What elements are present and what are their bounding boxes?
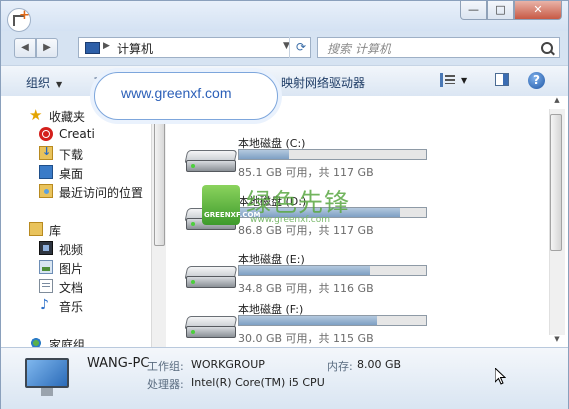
drive-usage-fill [239,316,378,325]
watermark-badge-icon: GREENXF.COM [202,185,260,225]
app-icon [7,8,31,32]
preview-pane-icon[interactable] [495,73,509,86]
sidebar-item-creative[interactable]: Creati [1,125,151,144]
sidebar-item-label: 桌面 [59,167,84,181]
minimize-button[interactable]: — [460,1,487,20]
processor-value: Intel(R) Core(TM) i5 CPU [191,376,325,389]
sidebar-item-label: 家庭组 [49,338,86,347]
sidebar-item-label: 视频 [59,243,84,257]
sidebar-item-label: 最近访问的位置 [59,186,144,200]
navigation-pane: ★ 收藏夹 Creati 下载 桌面 最近访问的位置 库 [1,96,151,347]
map-network-drive-button[interactable]: 映射网络驱动器 [281,74,365,91]
sidebar-item-label: 文档 [59,281,84,295]
memory-value: 8.00 GB [357,358,402,371]
search-placeholder: 搜索 计算机 [327,42,391,56]
watermark-bubble: www.greenxf.com [94,72,278,120]
scroll-down-icon[interactable]: ▼ [550,335,564,347]
search-input[interactable]: 搜索 计算机 [317,37,560,58]
pictures-library-icon [39,260,53,274]
maximize-button[interactable]: □ [487,1,514,20]
hard-drive-icon [184,316,238,340]
organize-menu[interactable]: 组织 ▼ [26,74,62,91]
desktop-icon [39,165,53,179]
drive-free-space: 34.8 GB 可用，共 116 GB [238,282,374,295]
drive-usage-fill [239,266,370,275]
sidebar-scrollbar[interactable] [151,96,166,347]
forward-button[interactable]: ▶ [36,38,58,58]
search-icon[interactable] [541,42,553,54]
content-area: ★ 收藏夹 Creati 下载 桌面 最近访问的位置 库 [1,96,568,347]
back-button[interactable]: ◀ [14,38,36,58]
memory-label: 内存: [327,360,353,373]
computer-name: WANG-PC [87,356,150,371]
explorer-window: — □ ✕ ◀ ▶ ▶ 计算机 ▼ ⟳ 搜索 计算机 组织▼ 系统属性 映射网络… [0,0,569,409]
sidebar-item-homegroup[interactable]: 家庭组 [1,334,151,347]
workgroup-label: 工作组: [147,360,184,373]
drive-free-space: 30.0 GB 可用，共 115 GB [238,332,374,345]
sidebar-item-label: 音乐 [59,300,84,314]
drive-item[interactable]: 本地磁盘 (C:) 85.1 GB 可用，共 117 GB [166,133,546,188]
sidebar-item-desktop[interactable]: 桌面 [1,163,151,182]
library-icon [29,222,43,236]
drive-usage-fill [239,150,290,159]
creative-cloud-icon [39,127,53,141]
view-dropdown-icon[interactable]: ▼ [461,76,467,85]
main-scrollbar-thumb[interactable] [550,114,562,251]
workgroup-value: WORKGROUP [191,358,265,371]
download-folder-icon [39,145,53,160]
title-bar[interactable]: — □ ✕ [1,1,568,32]
scroll-up-icon[interactable]: ▲ [550,96,564,108]
sidebar-item-label: 下载 [59,148,84,162]
sidebar-item-documents[interactable]: 文档 [1,277,151,296]
hard-drive-icon [184,266,238,290]
help-icon[interactable]: ? [528,72,545,89]
refresh-icon[interactable]: ⟳ [289,37,312,58]
watermark-url: www.greenxf.com [250,215,331,225]
video-library-icon [39,241,53,255]
breadcrumb-computer[interactable]: 计算机 [117,40,153,57]
details-pane: WANG-PC 工作组: WORKGROUP 内存: 8.00 GB 处理器: … [1,347,568,409]
sidebar-item-music[interactable]: ♪ 音乐 [1,296,151,315]
main-scrollbar[interactable]: ▲ ▼ [546,96,568,347]
organize-label: 组织 [26,76,51,90]
drive-usage-bar [238,149,427,160]
breadcrumb-chevron-icon[interactable]: ▶ [103,41,110,51]
sidebar-item-downloads[interactable]: 下载 [1,144,151,163]
mouse-cursor-icon [495,368,506,385]
close-button[interactable]: ✕ [514,1,562,20]
computer-icon [85,42,100,54]
sidebar-item-label: 收藏夹 [49,110,86,124]
sidebar-item-label: Creati [59,127,95,141]
recent-places-icon [39,184,53,198]
watermark-logo: GREENXF.COM 绿色先锋 www.greenxf.com [202,185,372,235]
watermark-bubble-text: www.greenxf.com [121,85,232,101]
address-bar[interactable]: ▶ 计算机 ▼ [78,37,311,58]
change-view-icon[interactable] [440,73,459,87]
sidebar-scrollbar-thumb[interactable] [154,106,165,246]
processor-label: 处理器: [147,378,184,391]
chevron-down-icon: ▼ [56,80,63,89]
sidebar-item-pictures[interactable]: 图片 [1,258,151,277]
drives-view: 本地磁盘 (C:) 85.1 GB 可用，共 117 GB 本地磁盘 (D:) … [166,96,546,347]
command-bar: 组织▼ 系统属性 映射网络驱动器 ▼ ? [1,65,568,97]
drive-usage-bar [238,315,427,326]
homegroup-icon [29,336,43,347]
documents-library-icon [39,279,53,293]
drive-usage-bar [238,265,427,276]
sidebar-item-recent[interactable]: 最近访问的位置 [1,182,151,201]
sidebar-item-label: 库 [49,224,62,238]
watermark-title: 绿色先锋 [246,188,351,217]
sidebar-item-libraries[interactable]: 库 [1,220,151,239]
navigation-bar: ◀ ▶ ▶ 计算机 ▼ ⟳ 搜索 计算机 [1,35,568,61]
star-icon: ★ [29,106,43,124]
drive-item[interactable]: 本地磁盘 (E:) 34.8 GB 可用，共 116 GB [166,249,546,304]
computer-monitor-icon [25,358,69,396]
sidebar-item-videos[interactable]: 视频 [1,239,151,258]
hard-drive-icon [184,150,238,174]
music-library-icon: ♪ [40,297,49,313]
drive-item[interactable]: 本地磁盘 (F:) 30.0 GB 可用，共 115 GB [166,299,546,354]
sidebar-item-label: 图片 [59,262,84,276]
drive-free-space: 85.1 GB 可用，共 117 GB [238,166,374,179]
